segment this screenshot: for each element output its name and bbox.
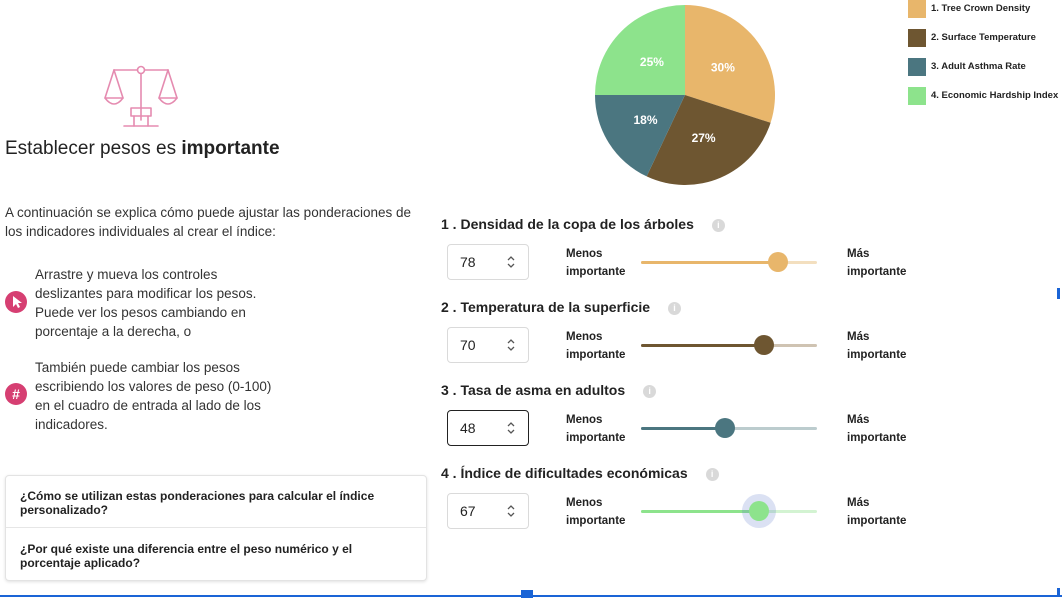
- pie-slice[interactable]: [595, 5, 685, 95]
- weights-pie-chart: 30% 27% 18% 25%: [595, 5, 775, 185]
- indicator-title: 1 . Densidad de la copa de los árboles i: [441, 216, 725, 232]
- info-icon[interactable]: i: [668, 302, 682, 315]
- weight-slider[interactable]: [641, 335, 817, 355]
- faq-divider: [6, 527, 426, 528]
- weight-input[interactable]: 48: [447, 410, 529, 446]
- weight-input-value: 78: [460, 254, 476, 270]
- weight-input[interactable]: 67: [447, 493, 529, 529]
- indicator-title-text: 2 . Temperatura de la superficie: [441, 299, 651, 315]
- stepper-icon[interactable]: [506, 254, 516, 270]
- tip-drag: Arrastre y mueva los controles deslizant…: [5, 265, 285, 345]
- legend-swatch: [908, 29, 926, 47]
- indicator-title: 4 . Índice de dificultades económicas i: [441, 465, 719, 481]
- legend-label: 3. Adult Asthma Rate: [931, 61, 1026, 72]
- less-important-label: Menos importante: [566, 248, 626, 278]
- slider-thumb[interactable]: [715, 418, 736, 438]
- intro-description: A continuación se explica cómo puede aju…: [5, 205, 412, 239]
- more-important-label: Más importante: [847, 414, 907, 444]
- weight-input[interactable]: 78: [447, 244, 529, 280]
- slider-fill: [641, 344, 765, 347]
- legend-item: 1. Tree Crown Density: [908, 0, 1058, 20]
- indicator-title: 3 . Tasa de asma en adultos i: [441, 382, 657, 398]
- info-icon[interactable]: i: [705, 468, 719, 481]
- hash-icon: #: [5, 383, 27, 405]
- resize-handle-bottom[interactable]: [521, 590, 533, 598]
- stepper-icon[interactable]: [506, 420, 516, 436]
- indicator-title-text: 4 . Índice de dificultades económicas: [441, 465, 688, 481]
- weight-slider[interactable]: [641, 494, 817, 528]
- info-icon[interactable]: i: [643, 385, 657, 398]
- slider-thumb[interactable]: [754, 335, 775, 355]
- faq-panel: ¿Cómo se utilizan estas ponderaciones pa…: [5, 475, 427, 581]
- less-important-label: Menos importante: [566, 331, 626, 361]
- slider-fill: [641, 261, 779, 264]
- slider-thumb[interactable]: [748, 501, 769, 521]
- page-title: Establecer pesos es importante: [5, 138, 280, 160]
- pie-slice-label: 30%: [711, 60, 735, 74]
- weight-slider[interactable]: [641, 252, 817, 272]
- weight-input-value: 67: [460, 503, 476, 519]
- pie-slice-label: 18%: [633, 113, 657, 127]
- weight-input-value: 70: [460, 337, 476, 353]
- resize-handle-corner[interactable]: [1057, 588, 1060, 596]
- weight-slider[interactable]: [641, 418, 817, 438]
- faq-question-difference[interactable]: ¿Por qué existe una diferencia entre el …: [20, 542, 400, 570]
- legend-label: 1. Tree Crown Density: [931, 3, 1031, 14]
- legend-item: 2. Surface Temperature: [908, 29, 1058, 49]
- legend-item: 4. Economic Hardship Index: [908, 87, 1058, 107]
- more-important-label: Más importante: [847, 497, 907, 527]
- weight-input[interactable]: 70: [447, 327, 529, 363]
- balance-scale-icon: [104, 65, 178, 127]
- info-icon[interactable]: i: [711, 219, 725, 232]
- legend-label: 4. Economic Hardship Index: [931, 90, 1059, 101]
- tip-drag-text: Arrastre y mueva los controles deslizant…: [35, 267, 257, 339]
- resize-handle-right[interactable]: [1057, 288, 1060, 299]
- indicator-title-text: 1 . Densidad de la copa de los árboles: [441, 216, 694, 232]
- legend-label: 2. Surface Temperature: [931, 32, 1036, 43]
- less-important-label: Menos importante: [566, 497, 626, 527]
- faq-question-calculation[interactable]: ¿Cómo se utilizan estas ponderaciones pa…: [20, 489, 400, 517]
- pie-slice-label: 25%: [640, 55, 664, 69]
- indicator-title-text: 3 . Tasa de asma en adultos: [441, 382, 626, 398]
- more-important-label: Más importante: [847, 331, 907, 361]
- stepper-icon[interactable]: [506, 337, 516, 353]
- indicator-title: 2 . Temperatura de la superficie i: [441, 299, 682, 315]
- cursor-icon: [5, 291, 27, 313]
- stepper-icon[interactable]: [506, 503, 516, 519]
- weight-input-value: 48: [460, 420, 476, 436]
- title-emphasis: importante: [181, 138, 280, 159]
- tip-type-text: También puede cambiar los pesos escribie…: [35, 360, 272, 432]
- legend-swatch: [908, 87, 926, 105]
- legend-item: 3. Adult Asthma Rate: [908, 58, 1058, 78]
- less-important-label: Menos importante: [566, 414, 626, 444]
- tip-type: # También puede cambiar los pesos escrib…: [5, 358, 285, 438]
- slider-fill: [641, 427, 726, 430]
- pie-slice-label: 27%: [692, 131, 716, 145]
- legend-swatch: [908, 58, 926, 76]
- slider-thumb[interactable]: [768, 252, 789, 272]
- title-text: Establecer pesos es: [5, 138, 182, 159]
- more-important-label: Más importante: [847, 248, 907, 278]
- legend-swatch: [908, 0, 926, 18]
